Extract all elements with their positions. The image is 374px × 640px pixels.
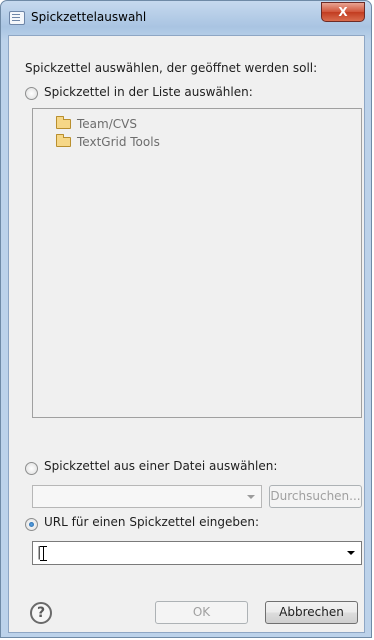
help-icon[interactable]: ? <box>30 602 52 624</box>
radio-list-label[interactable]: Spickzettel in der Liste auswählen: <box>44 85 253 99</box>
radio-list-option[interactable] <box>25 87 38 100</box>
radio-url-label[interactable]: URL für einen Spickzettel eingeben: <box>44 515 259 529</box>
dialog-window: Spickzettelauswahl X Spickzettel auswähl… <box>0 0 372 638</box>
radio-url-option[interactable] <box>25 518 38 531</box>
text-cursor-icon <box>40 546 47 561</box>
chevron-down-icon[interactable] <box>247 495 255 499</box>
close-button[interactable]: X <box>321 2 365 22</box>
folder-icon <box>56 116 71 129</box>
tree-item-label: TextGrid Tools <box>77 135 160 149</box>
window-title: Spickzettelauswahl <box>31 10 147 24</box>
radio-file-option[interactable] <box>25 462 38 475</box>
browse-button[interactable]: Durchsuchen... <box>269 485 362 508</box>
ok-button[interactable]: OK <box>155 601 248 624</box>
dialog-client-area: Spickzettel auswählen, der geöffnet werd… <box>8 35 365 633</box>
cheatsheet-window-icon <box>9 11 25 25</box>
cancel-button[interactable]: Abbrechen <box>265 601 358 624</box>
folder-icon <box>56 134 71 147</box>
tree-item-label: Team/CVS <box>77 117 137 131</box>
cheatsheet-tree-list[interactable]: Team/CVS TextGrid Tools <box>32 108 362 418</box>
url-input-combo[interactable]: | <box>32 541 362 565</box>
radio-file-label[interactable]: Spickzettel aus einer Datei auswählen: <box>44 459 277 473</box>
chevron-down-icon[interactable] <box>347 551 355 555</box>
url-input-value[interactable]: | <box>37 545 41 560</box>
file-path-combo[interactable] <box>32 485 262 508</box>
instruction-text: Spickzettel auswählen, der geöffnet werd… <box>25 61 318 75</box>
title-bar[interactable]: Spickzettelauswahl X <box>1 1 371 35</box>
